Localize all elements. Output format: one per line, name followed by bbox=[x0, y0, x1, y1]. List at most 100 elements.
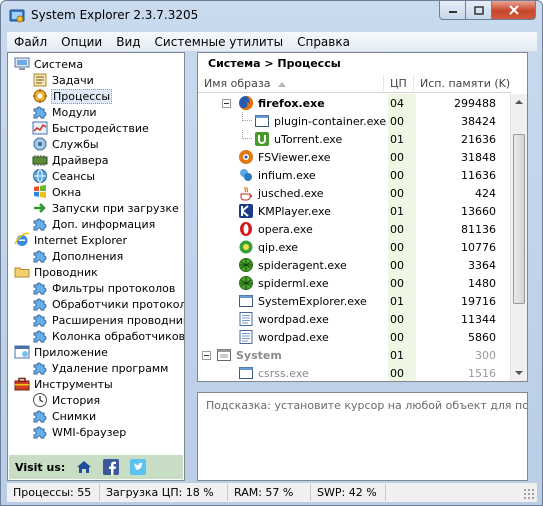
column-header-cpu[interactable]: ЦП bbox=[384, 74, 414, 93]
system-icon bbox=[216, 347, 232, 363]
tree-item[interactable]: Модули bbox=[32, 104, 98, 120]
tree-item[interactable]: Окна bbox=[32, 184, 82, 200]
process-cpu: 01 bbox=[388, 130, 416, 148]
title-bar[interactable]: System Explorer 2.3.7.3205 bbox=[1, 1, 542, 31]
status-bar: Процессы: 55 Загрузка ЦП: 18 % RAM: 57 %… bbox=[7, 483, 537, 502]
puzzle-icon bbox=[32, 248, 48, 264]
tree-item[interactable]: Обработчики протокола bbox=[32, 296, 184, 312]
process-name: csrss.exe bbox=[258, 366, 309, 380]
tree-item[interactable]: Приложение bbox=[14, 344, 109, 360]
process-row[interactable]: firefox.exe 04 299488 bbox=[198, 94, 511, 112]
tree-item[interactable]: Фильтры протоколов bbox=[32, 280, 176, 296]
process-row[interactable]: qip.exe 00 10776 bbox=[198, 238, 511, 256]
resize-grip[interactable] bbox=[523, 488, 535, 500]
tree-item[interactable]: Снимки bbox=[32, 408, 97, 424]
tree-item-label: Службы bbox=[52, 137, 99, 151]
ie-icon bbox=[14, 232, 30, 248]
window-icon bbox=[238, 293, 254, 309]
scroll-thumb[interactable] bbox=[513, 134, 525, 304]
tree-item[interactable]: Инструменты bbox=[14, 376, 114, 392]
tree-item[interactable]: Драйвера bbox=[32, 152, 109, 168]
maximize-button[interactable] bbox=[466, 1, 492, 20]
process-name-cell: qip.exe bbox=[238, 238, 298, 256]
vertical-scrollbar[interactable] bbox=[510, 94, 527, 381]
process-row[interactable]: KMPlayer.exe 01 13660 bbox=[198, 202, 511, 220]
tree-item[interactable]: Задачи bbox=[32, 72, 95, 88]
collapse-toggle-icon[interactable] bbox=[202, 350, 211, 363]
process-name: spiderml.exe bbox=[258, 276, 329, 290]
tree-item[interactable]: Доп. информация bbox=[32, 216, 156, 232]
tree-item[interactable]: Запуски при загрузке bbox=[32, 200, 180, 216]
process-cpu: 00 bbox=[388, 256, 416, 274]
process-row[interactable]: opera.exe 00 81136 bbox=[198, 220, 511, 238]
breadcrumb: Система > Процессы bbox=[208, 57, 341, 70]
process-name: wordpad.exe bbox=[258, 330, 329, 344]
process-row[interactable]: spideragent.exe 00 3364 bbox=[198, 256, 511, 274]
process-memory: 13660 bbox=[461, 204, 496, 218]
process-row[interactable]: infium.exe 00 11636 bbox=[198, 166, 511, 184]
tree-item[interactable]: Расширения проводника bbox=[32, 312, 184, 328]
tree-item[interactable]: Проводник bbox=[14, 264, 99, 280]
process-name-cell: wordpad.exe bbox=[238, 328, 329, 346]
process-name: uTorrent.exe bbox=[274, 132, 343, 146]
column-header-name[interactable]: Имя образа bbox=[198, 74, 384, 93]
window-icon bbox=[254, 113, 270, 129]
scroll-down-button[interactable] bbox=[511, 365, 527, 381]
close-button[interactable] bbox=[492, 1, 536, 20]
menu-system-utilities[interactable]: Системные утилиты bbox=[148, 35, 291, 49]
column-header-memory[interactable]: Исп. памяти (K) bbox=[414, 75, 511, 93]
process-row[interactable]: wordpad.exe 00 5860 bbox=[198, 328, 511, 346]
tree-item[interactable]: Система bbox=[14, 56, 84, 72]
process-row[interactable]: FSViewer.exe 00 31848 bbox=[198, 148, 511, 166]
sort-ascending-icon bbox=[278, 81, 287, 87]
scroll-up-button[interactable] bbox=[511, 94, 527, 110]
menu-view[interactable]: Вид bbox=[109, 35, 147, 49]
windows-icon bbox=[32, 184, 48, 200]
process-memory: 1516 bbox=[468, 366, 496, 380]
column-name-label: Имя образа bbox=[204, 77, 271, 90]
facebook-icon[interactable] bbox=[102, 459, 119, 476]
home-icon[interactable] bbox=[75, 459, 92, 476]
puzzle-icon bbox=[32, 104, 48, 120]
process-row[interactable]: jusched.exe 00 424 bbox=[198, 184, 511, 202]
menu-options[interactable]: Опции bbox=[54, 35, 109, 49]
tree-item[interactable]: Internet Explorer bbox=[14, 232, 128, 248]
process-row[interactable]: spiderml.exe 00 1480 bbox=[198, 274, 511, 292]
process-name-cell: spideragent.exe bbox=[238, 256, 347, 274]
tree-item[interactable]: Процессы bbox=[32, 88, 113, 104]
process-name: opera.exe bbox=[258, 222, 313, 236]
application-icon bbox=[14, 344, 30, 360]
column-cpu-label: ЦП bbox=[390, 77, 407, 90]
performance-icon bbox=[32, 120, 48, 136]
menu-help[interactable]: Справка bbox=[290, 35, 357, 49]
twitter-icon[interactable] bbox=[129, 459, 146, 476]
navigation-tree: Система Задачи Процессы Модули Быстродействи… bbox=[7, 52, 185, 481]
process-row[interactable]: plugin-container.exe 00 38424 bbox=[198, 112, 511, 130]
tree-item[interactable]: Колонка обработчиков bbox=[32, 328, 184, 344]
process-cpu: 00 bbox=[388, 220, 416, 238]
process-memory: 11344 bbox=[461, 312, 496, 326]
tree-item-label: Инструменты bbox=[34, 377, 113, 391]
hint-text: Подсказка: установите курсор на любой об… bbox=[206, 399, 528, 412]
fsviewer-icon bbox=[238, 149, 254, 165]
process-row[interactable]: System 01 300 bbox=[198, 346, 511, 364]
process-memory: 81136 bbox=[461, 222, 496, 236]
tree-item[interactable]: Дополнения bbox=[32, 248, 124, 264]
tree-item[interactable]: Быстродействие bbox=[32, 120, 150, 136]
tree-item[interactable]: Сеансы bbox=[32, 168, 96, 184]
process-row[interactable]: SystemExplorer.exe 01 19716 bbox=[198, 292, 511, 310]
collapse-toggle-icon[interactable] bbox=[222, 98, 231, 111]
process-row[interactable]: uTorrent.exe 01 21636 bbox=[198, 130, 511, 148]
tree-item[interactable]: Службы bbox=[32, 136, 100, 152]
menu-file[interactable]: Файл bbox=[7, 35, 54, 49]
tree-item[interactable]: WMI-браузер bbox=[32, 424, 127, 440]
tree-item[interactable]: История bbox=[32, 392, 101, 408]
tree-item[interactable]: Удаление программ bbox=[32, 360, 169, 376]
process-name-cell: KMPlayer.exe bbox=[238, 202, 331, 220]
process-name: spideragent.exe bbox=[258, 258, 347, 272]
tree-item-label: Процессы bbox=[51, 88, 113, 104]
startup-icon bbox=[32, 200, 48, 216]
process-row[interactable]: wordpad.exe 00 11344 bbox=[198, 310, 511, 328]
process-row[interactable]: csrss.exe 00 1516 bbox=[198, 364, 511, 381]
minimize-button[interactable] bbox=[439, 1, 466, 20]
